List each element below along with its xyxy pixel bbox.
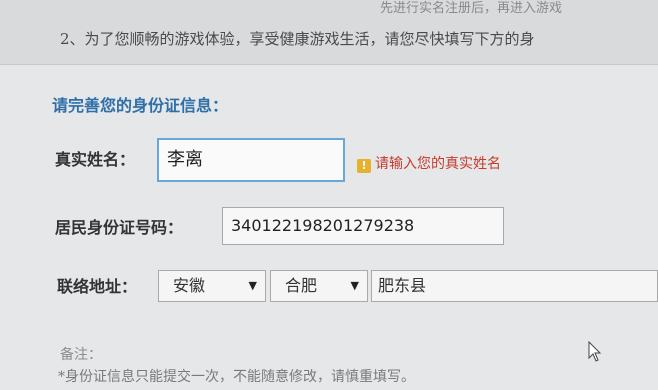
address-label: 联络地址：	[57, 277, 138, 296]
triangle-down-icon: ▼	[248, 279, 257, 292]
district-input[interactable]: 肥东县	[371, 270, 658, 302]
remark-text: *身份证信息只能提交一次，不能随意修改，请慎重填写。	[58, 369, 415, 385]
city-value: 合肥	[285, 276, 318, 295]
name-hint-text: 请输入您的真实姓名	[375, 156, 501, 172]
section-title: 请完善您的身份证信息：	[52, 96, 229, 115]
city-select[interactable]: 合肥 ▼	[270, 270, 368, 302]
name-label: 真实姓名：	[55, 150, 136, 169]
province-value: 安徽	[173, 276, 206, 295]
name-hint: ! 请输入您的真实姓名	[357, 153, 501, 173]
warning-icon: !	[357, 159, 371, 173]
real-name-input[interactable]: 李离	[157, 138, 345, 182]
id-number-label: 居民身份证号码：	[55, 218, 184, 237]
notice-line-2: 2、为了您顺畅的游戏体验，享受健康游戏生活，请您尽快填写下方的身	[60, 30, 535, 48]
notice-line-1: 先进行实名注册后，再进入游戏	[380, 1, 563, 16]
triangle-down-icon: ▼	[350, 279, 359, 292]
province-select[interactable]: 安徽 ▼	[158, 270, 266, 302]
id-number-input[interactable]: 340122198201279238	[222, 207, 504, 245]
divider	[0, 64, 658, 65]
mouse-pointer-icon	[588, 341, 602, 362]
remark-label: 备注：	[60, 347, 102, 363]
